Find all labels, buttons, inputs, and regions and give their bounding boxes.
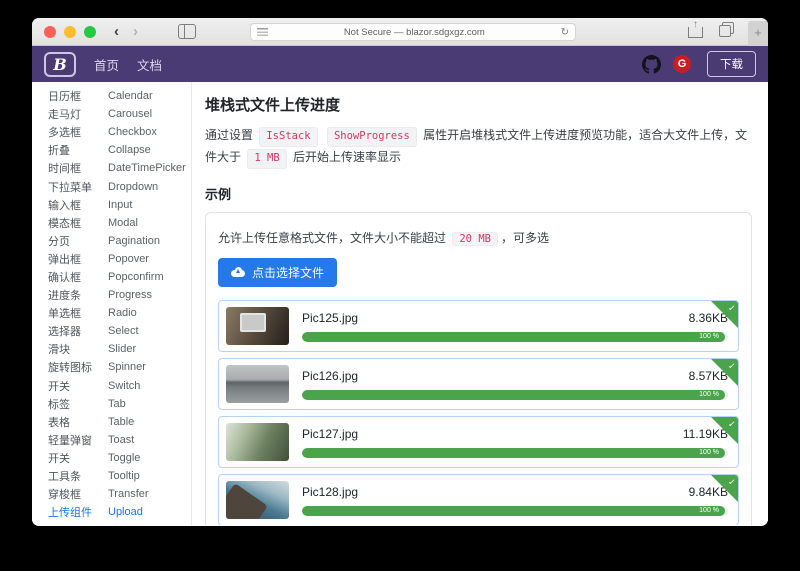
upload-file-card: Pic127.jpg 11.19KB 100 % ✓ <box>218 416 739 468</box>
progress-fill: 100 % <box>302 332 725 342</box>
page-title: 堆栈式文件上传进度 <box>205 94 752 115</box>
sidebar-toggle-icon[interactable] <box>178 24 196 39</box>
sidebar-item-modal[interactable]: 模态框Modal <box>48 214 191 232</box>
upload-file-card: Pic128.jpg 9.84KB 100 % ✓ <box>218 474 739 525</box>
component-sidebar: 日历框Calendar 走马灯Carousel 多选框Checkbox 折叠Co… <box>32 82 192 525</box>
progress-fill: 100 % <box>302 448 725 458</box>
share-icon[interactable] <box>688 22 703 38</box>
upload-demo: 允许上传任意格式文件，文件大小不能超过 20 MB，可多选 点击选择文件 Pic… <box>206 213 751 525</box>
sidebar-item-switch[interactable]: 开关Switch <box>48 377 191 395</box>
address-bar[interactable]: Not Secure — blazor.sdgxgz.com ↻ <box>250 23 576 41</box>
new-tab-button[interactable]: + <box>748 21 768 46</box>
sidebar-item-toggle[interactable]: 开关Toggle <box>48 449 191 467</box>
select-file-button[interactable]: 点击选择文件 <box>218 258 337 287</box>
gitee-icon[interactable]: G <box>673 55 691 73</box>
upload-progress-bar: 100 % <box>302 506 728 516</box>
reload-icon[interactable]: ↻ <box>561 27 569 38</box>
file-thumbnail-pier[interactable] <box>226 365 289 403</box>
tab-overview-icon[interactable] <box>719 22 734 38</box>
example-section-title: 示例 <box>205 184 752 203</box>
sidebar-item-toast[interactable]: 轻量弹窗Toast <box>48 431 191 449</box>
file-thumbnail-coast[interactable] <box>226 481 289 519</box>
sidebar-item-tooltip[interactable]: 工具条Tooltip <box>48 467 191 485</box>
code-badge-showprogress: ShowProgress <box>327 127 417 147</box>
upload-hint: 允许上传任意格式文件，文件大小不能超过 20 MB，可多选 <box>218 229 739 246</box>
github-icon[interactable] <box>642 55 661 74</box>
file-name: Pic128.jpg <box>302 485 358 499</box>
nav-home-link[interactable]: 首页 <box>94 55 119 74</box>
sidebar-item-checkbox[interactable]: 多选框Checkbox <box>48 123 191 141</box>
progress-fill: 100 % <box>302 390 725 400</box>
site-logo[interactable]: B <box>44 52 76 77</box>
download-button[interactable]: 下载 <box>707 51 756 77</box>
browser-titlebar: ‹ › Not Secure — blazor.sdgxgz.com ↻ + <box>32 18 768 46</box>
sidebar-item-progress[interactable]: 进度条Progress <box>48 286 191 304</box>
sidebar-item-popover[interactable]: 弹出框Popover <box>48 250 191 268</box>
code-badge-isstack: IsStack <box>259 127 317 147</box>
sidebar-item-datetimepicker[interactable]: 时间框DateTimePicker <box>48 159 191 177</box>
sidebar-item-pagination[interactable]: 分页Pagination <box>48 232 191 250</box>
file-thumbnail-laptop[interactable] <box>226 307 289 345</box>
file-thumbnail-greenhouse[interactable] <box>226 423 289 461</box>
sidebar-item-tab[interactable]: 标签Tab <box>48 395 191 413</box>
sidebar-item-transfer[interactable]: 穿梭框Transfer <box>48 485 191 503</box>
upload-file-card: Pic125.jpg 8.36KB 100 % ✓ <box>218 300 739 352</box>
nav-docs-link[interactable]: 文档 <box>137 55 162 74</box>
sidebar-item-popconfirm[interactable]: 确认框Popconfirm <box>48 268 191 286</box>
cloud-upload-icon <box>231 267 245 277</box>
code-badge-20mb: 20 MB <box>452 232 498 246</box>
file-name: Pic125.jpg <box>302 311 358 325</box>
main-content: 堆栈式文件上传进度 通过设置 IsStack ShowProgress 属性开启… <box>192 82 768 525</box>
file-name: Pic126.jpg <box>302 369 358 383</box>
example-block: 允许上传任意格式文件，文件大小不能超过 20 MB，可多选 点击选择文件 Pic… <box>205 212 752 525</box>
sidebar-item-carousel[interactable]: 走马灯Carousel <box>48 105 191 123</box>
back-button[interactable]: ‹ <box>114 22 119 42</box>
upload-progress-bar: 100 % <box>302 332 728 342</box>
site-header: B 首页 文档 G 下载 <box>32 46 768 82</box>
sidebar-item-radio[interactable]: 单选框Radio <box>48 304 191 322</box>
close-window-button[interactable] <box>44 26 56 38</box>
sidebar-item-collapse[interactable]: 折叠Collapse <box>48 141 191 159</box>
page-description: 通过设置 IsStack ShowProgress 属性开启堆栈式文件上传进度预… <box>205 125 752 169</box>
sidebar-item-slider[interactable]: 滑块Slider <box>48 340 191 358</box>
sidebar-item-calendar[interactable]: 日历框Calendar <box>48 87 191 105</box>
zoom-window-button[interactable] <box>84 26 96 38</box>
forward-button[interactable]: › <box>133 22 138 42</box>
sidebar-item-dropdown[interactable]: 下拉菜单Dropdown <box>48 177 191 195</box>
upload-progress-bar: 100 % <box>302 448 728 458</box>
window-controls <box>44 26 96 38</box>
url-text[interactable]: Not Secure — blazor.sdgxgz.com <box>268 27 561 38</box>
sidebar-item-upload[interactable]: 上传组件Upload <box>48 503 191 521</box>
sidebar-item-spinner[interactable]: 旋转图标Spinner <box>48 358 191 376</box>
minimize-window-button[interactable] <box>64 26 76 38</box>
sidebar-item-input[interactable]: 输入框Input <box>48 196 191 214</box>
file-name: Pic127.jpg <box>302 427 358 441</box>
site-nav: 首页 文档 <box>94 55 162 74</box>
sidebar-item-table[interactable]: 表格Table <box>48 413 191 431</box>
code-badge-1mb: 1 MB <box>247 149 286 169</box>
browser-window: ‹ › Not Secure — blazor.sdgxgz.com ↻ + B… <box>32 18 768 526</box>
upload-file-card: Pic126.jpg 8.57KB 100 % ✓ <box>218 358 739 410</box>
progress-fill: 100 % <box>302 506 725 516</box>
reader-view-icon[interactable] <box>257 28 268 37</box>
sidebar-item-select[interactable]: 选择器Select <box>48 322 191 340</box>
upload-progress-bar: 100 % <box>302 390 728 400</box>
